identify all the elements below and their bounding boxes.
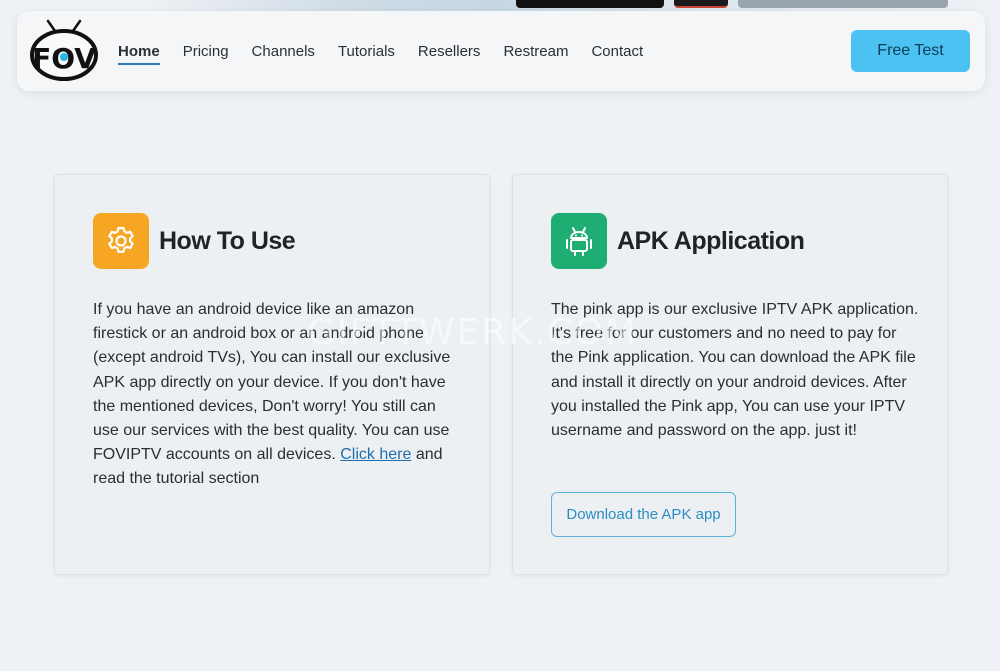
site-logo[interactable]: FOV [29, 17, 99, 81]
card-title: APK Application [617, 227, 805, 255]
card-description: The pink app is our exclusive IPTV APK a… [551, 301, 919, 440]
click-here-link[interactable]: Click here [340, 446, 411, 463]
free-test-button[interactable]: Free Test [851, 30, 970, 72]
tv-logo-icon: FOV [30, 19, 98, 81]
navbar: FOV Home Pricing Channels Tutorials Rese… [17, 11, 985, 91]
android-icon-badge [551, 213, 607, 269]
nav-home[interactable]: Home [118, 43, 160, 65]
device-image [738, 0, 948, 8]
nav-resellers[interactable]: Resellers [418, 43, 481, 65]
android-icon [566, 227, 592, 256]
nav-tutorials[interactable]: Tutorials [338, 43, 395, 65]
apk-application-card: APK Application The pink app is our excl… [512, 174, 948, 575]
nav-channels[interactable]: Channels [252, 43, 315, 65]
card-description: If you have an android device like an am… [93, 301, 451, 488]
card-title: How To Use [159, 227, 296, 255]
how-to-use-card: How To Use If you have an android device… [54, 174, 490, 575]
main-nav: Home Pricing Channels Tutorials Reseller… [118, 43, 666, 65]
download-apk-button[interactable]: Download the APK app [551, 492, 736, 537]
nav-contact[interactable]: Contact [591, 43, 643, 65]
device-image [674, 0, 728, 8]
nav-pricing[interactable]: Pricing [183, 43, 229, 65]
device-image [516, 0, 664, 8]
nav-restream[interactable]: Restream [503, 43, 568, 65]
gear-icon [108, 226, 134, 253]
gear-icon-badge [93, 213, 149, 269]
